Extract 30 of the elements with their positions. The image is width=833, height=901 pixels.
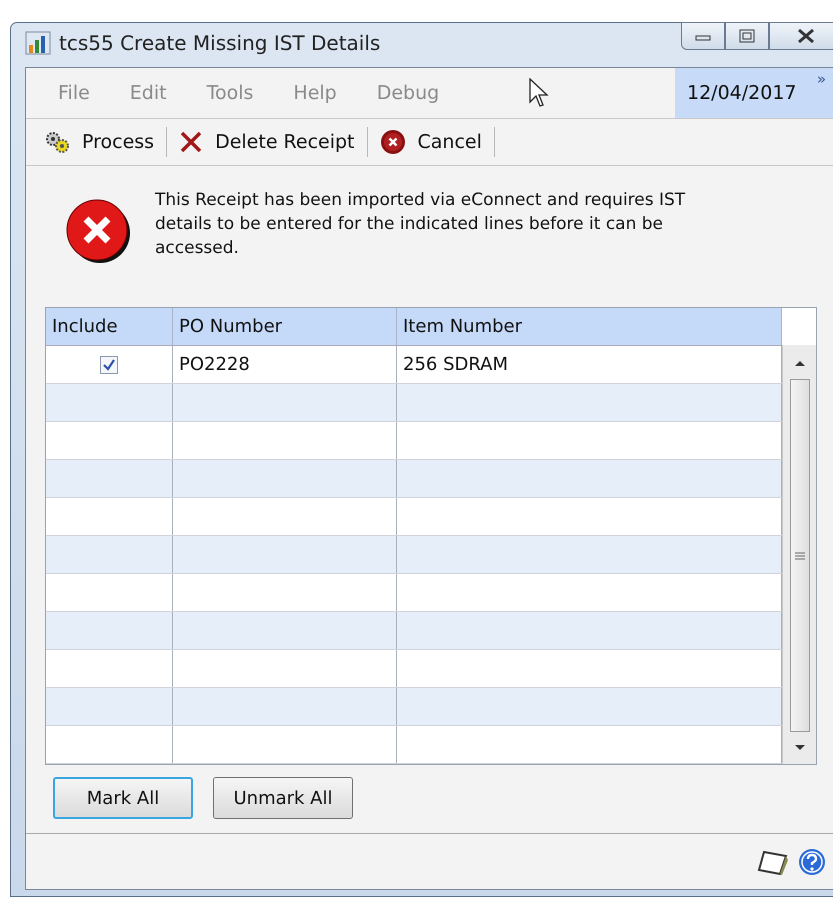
unmark-all-button[interactable]: Unmark All xyxy=(213,777,353,819)
table-cell: PO2228 xyxy=(179,354,250,375)
table-cell: 256 SDRAM xyxy=(403,354,508,375)
error-message: This Receipt has been imported via eConnect and requires IST details to be entered for the indicated lines before it can be accessed. xyxy=(155,189,686,260)
user-date[interactable]: 12/04/2017 xyxy=(687,82,797,104)
column-header[interactable]: Item Number xyxy=(397,308,782,345)
delete-button[interactable]: Delete Receipt xyxy=(173,130,361,154)
scroll-down-arrow-icon[interactable] xyxy=(794,744,806,752)
maximize-icon xyxy=(739,29,755,43)
column-header[interactable]: PO Number xyxy=(173,308,397,345)
include-checkbox[interactable] xyxy=(100,356,118,374)
expand-chevron[interactable]: » xyxy=(816,70,826,88)
x-mark-icon xyxy=(179,130,204,154)
help-icon[interactable] xyxy=(798,848,826,876)
process-button[interactable]: Process xyxy=(38,130,160,154)
vertical-scrollbar[interactable] xyxy=(782,345,816,764)
mouse-pointer-icon xyxy=(529,78,550,108)
cancel-button[interactable]: Cancel xyxy=(374,129,488,155)
mark-all-button[interactable]: Mark All xyxy=(53,777,193,819)
column-header[interactable]: Include xyxy=(46,308,173,345)
cancel-icon xyxy=(380,129,406,155)
window-title: tcs55 Create Missing IST Details xyxy=(59,31,380,55)
close-icon xyxy=(797,29,815,43)
maximize-button[interactable] xyxy=(725,22,769,50)
close-button[interactable] xyxy=(769,22,833,50)
chart-window-icon xyxy=(25,31,51,55)
scroll-up-arrow-icon[interactable] xyxy=(794,359,806,367)
minimize-button[interactable] xyxy=(681,22,725,50)
grip-icon xyxy=(794,552,804,560)
gears-icon xyxy=(44,130,70,154)
